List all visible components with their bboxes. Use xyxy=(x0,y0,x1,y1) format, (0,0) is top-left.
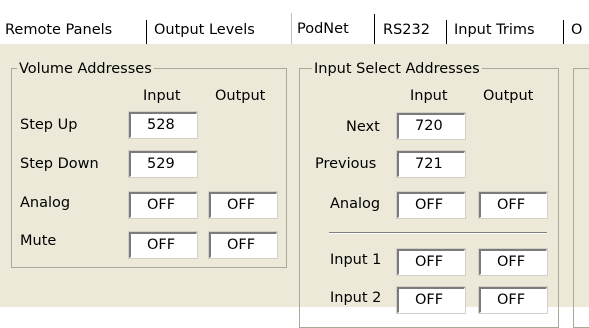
input2-label: Input 2 xyxy=(330,290,382,306)
input-select-analog-output-value: OFF xyxy=(497,197,526,213)
tab-output-levels[interactable]: Output Levels xyxy=(149,16,289,44)
tab-divider xyxy=(374,14,375,44)
input-select-separator-highlight xyxy=(329,233,547,234)
input-select-analog-input-value: OFF xyxy=(415,197,444,213)
tab-divider xyxy=(446,20,447,44)
input-select-analog-output-field[interactable]: OFF xyxy=(478,191,548,219)
step-up-label: Step Up xyxy=(20,117,78,133)
volume-analog-input-value: OFF xyxy=(147,197,176,213)
previous-value: 721 xyxy=(415,156,443,172)
input2-output-field[interactable]: OFF xyxy=(478,286,548,314)
input1-input-value: OFF xyxy=(415,254,444,270)
input1-output-field[interactable]: OFF xyxy=(478,248,548,276)
tab-podnet[interactable]: PodNet xyxy=(292,12,374,44)
volume-analog-input-field[interactable]: OFF xyxy=(128,191,198,219)
tab-label: Remote Panels xyxy=(5,22,113,38)
previous-input-field[interactable]: 721 xyxy=(396,150,466,178)
tab-divider xyxy=(146,20,147,44)
tab-input-trims[interactable]: Input Trims xyxy=(449,16,563,44)
mute-output-field[interactable]: OFF xyxy=(208,231,278,259)
tab-label: Input Trims xyxy=(454,22,535,38)
third-groupbox-partial xyxy=(573,68,589,328)
tab-label: PodNet xyxy=(297,21,349,37)
input-select-analog-label: Analog xyxy=(330,196,381,212)
next-input-field[interactable]: 720 xyxy=(396,112,466,140)
volume-analog-output-value: OFF xyxy=(227,197,256,213)
step-down-input-field[interactable]: 529 xyxy=(128,150,198,178)
mute-label: Mute xyxy=(20,233,57,249)
input-select-output-column-header: Output xyxy=(483,88,534,104)
input-select-addresses-title: Input Select Addresses xyxy=(312,60,482,78)
step-up-value: 528 xyxy=(147,117,175,133)
tab-remote-panels[interactable]: Remote Panels xyxy=(0,16,146,44)
tab-strip: Remote Panels Output Levels PodNet RS232… xyxy=(0,0,589,45)
input2-input-value: OFF xyxy=(415,292,444,308)
input-select-input-column-header: Input xyxy=(410,88,448,104)
input-select-analog-input-field[interactable]: OFF xyxy=(396,191,466,219)
tab-divider xyxy=(563,20,564,44)
previous-label: Previous xyxy=(315,156,377,172)
volume-analog-label: Analog xyxy=(20,195,71,211)
volume-output-column-header: Output xyxy=(215,88,266,104)
next-label: Next xyxy=(346,119,380,135)
tab-label: O xyxy=(571,22,583,38)
step-down-value: 529 xyxy=(147,156,175,172)
volume-analog-output-field[interactable]: OFF xyxy=(208,191,278,219)
step-up-input-field[interactable]: 528 xyxy=(128,111,198,139)
input1-output-value: OFF xyxy=(497,254,526,270)
tab-o[interactable]: O xyxy=(566,16,589,44)
step-down-label: Step Down xyxy=(20,156,99,172)
volume-addresses-title: Volume Addresses xyxy=(17,60,154,78)
next-value: 720 xyxy=(415,118,443,134)
mute-input-field[interactable]: OFF xyxy=(128,231,198,259)
tab-rs232[interactable]: RS232 xyxy=(378,16,446,44)
input1-input-field[interactable]: OFF xyxy=(396,248,466,276)
input2-input-field[interactable]: OFF xyxy=(396,286,466,314)
tab-label: Output Levels xyxy=(154,22,255,38)
mute-input-value: OFF xyxy=(147,237,176,253)
volume-input-column-header: Input xyxy=(143,88,181,104)
input2-output-value: OFF xyxy=(497,292,526,308)
tab-label: RS232 xyxy=(383,22,430,38)
mute-output-value: OFF xyxy=(227,237,256,253)
input1-label: Input 1 xyxy=(330,252,382,268)
